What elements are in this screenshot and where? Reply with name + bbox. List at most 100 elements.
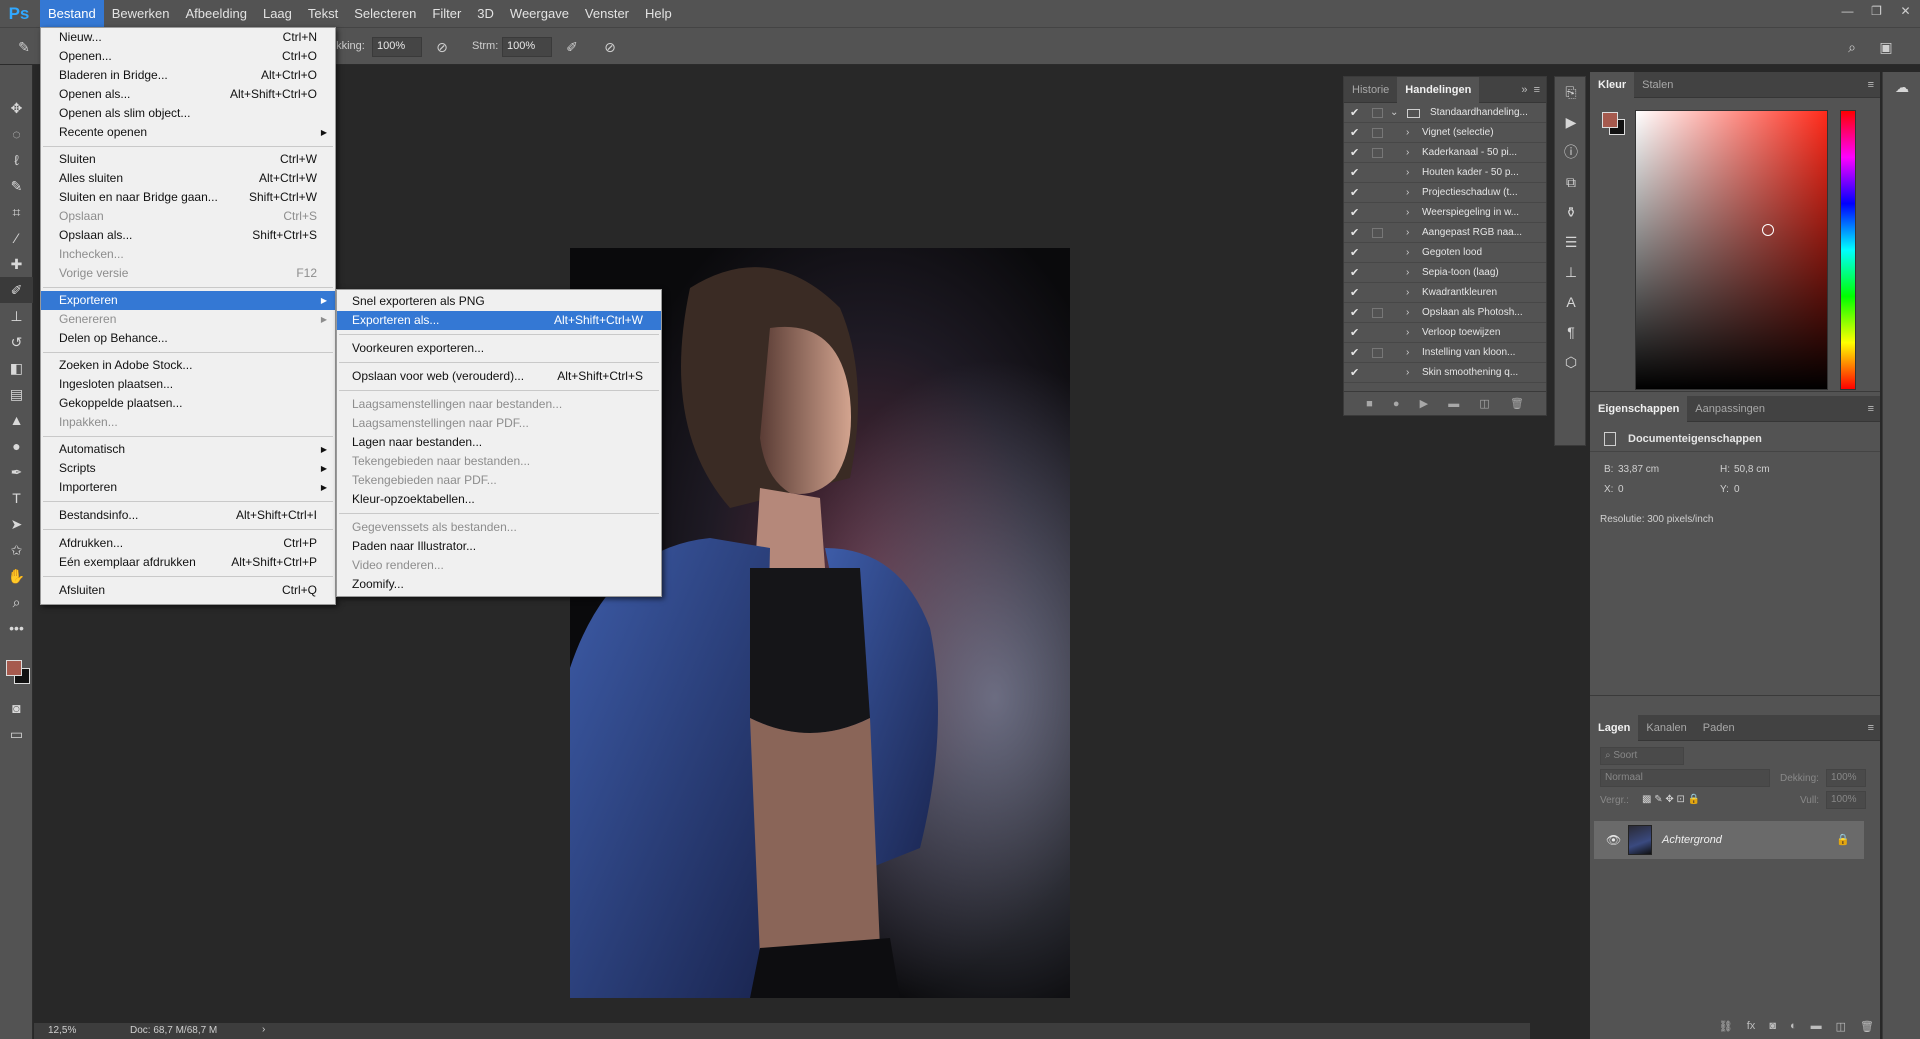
brush-panel-icon[interactable]: ⚱ <box>1555 197 1587 227</box>
link-layers-icon[interactable]: ⛓ <box>1719 1020 1733 1033</box>
chevron-right-icon[interactable]: › <box>1406 143 1409 163</box>
brush-tool-icon[interactable]: ✐ <box>0 277 33 303</box>
tab-aanpassingen[interactable]: Aanpassingen <box>1687 396 1773 422</box>
menu-item-afsluiten[interactable]: Afsluiten Ctrl+Q <box>41 581 335 600</box>
checkmark-icon[interactable]: ✔ <box>1350 163 1362 183</box>
hue-slider[interactable] <box>1840 110 1856 390</box>
3d-panel-icon[interactable]: ⬡ <box>1555 347 1587 377</box>
checkmark-icon[interactable]: ✔ <box>1350 223 1362 243</box>
menu-item-zoomify[interactable]: Zoomify... <box>337 575 661 594</box>
checkmark-icon[interactable]: ✔ <box>1350 283 1362 303</box>
blur-tool-icon[interactable]: ▲ <box>0 407 33 433</box>
visibility-eye-icon[interactable]: 👁 <box>1606 821 1621 859</box>
panel-menu-icon[interactable]: ≡ <box>1868 715 1874 741</box>
dialog-toggle-icon[interactable] <box>1372 228 1383 238</box>
menu-item-opslaan-als[interactable]: Opslaan als... Shift+Ctrl+S <box>41 226 335 245</box>
menu-item-zoeken-adobe-stock[interactable]: Zoeken in Adobe Stock... <box>41 356 335 375</box>
menu-filter[interactable]: Filter <box>424 0 469 27</box>
lock-icon[interactable]: 🔒 <box>1836 821 1850 859</box>
eraser-tool-icon[interactable]: ◧ <box>0 355 33 381</box>
checkmark-icon[interactable]: ✔ <box>1350 303 1362 323</box>
layer-row[interactable]: 👁 Achtergrond 🔒 <box>1594 821 1864 859</box>
menu-item-alles-sluiten[interactable]: Alles sluiten Alt+Ctrl+W <box>41 169 335 188</box>
healing-tool-icon[interactable]: ✚ <box>0 251 33 277</box>
menu-item-sluiten-naar-bridge[interactable]: Sluiten en naar Bridge gaan... Shift+Ctrl… <box>41 188 335 207</box>
stamp-tool-icon[interactable]: ⊥ <box>0 303 33 329</box>
dialog-toggle-icon[interactable] <box>1372 308 1383 318</box>
menu-bewerken[interactable]: Bewerken <box>104 0 178 27</box>
blend-mode-select[interactable]: Normaal <box>1600 769 1770 787</box>
chevron-right-icon[interactable]: › <box>1406 163 1409 183</box>
status-menu-arrow-icon[interactable]: › <box>262 1024 265 1035</box>
chevron-right-icon[interactable]: › <box>1406 243 1409 263</box>
menu-item-een-exemplaar-afdrukken[interactable]: Eén exemplaar afdrukken Alt+Shift+Ctrl+P <box>41 553 335 572</box>
shape-tool-icon[interactable]: ✩ <box>0 537 33 563</box>
action-row[interactable]: ✔ › Instelling van kloon... <box>1344 343 1546 363</box>
menu-item-lagen-naar-bestanden[interactable]: Lagen naar bestanden... <box>337 433 661 452</box>
x-value[interactable]: 0 <box>1618 484 1624 495</box>
chevron-right-icon[interactable]: › <box>1406 283 1409 303</box>
chevron-right-icon[interactable]: › <box>1406 223 1409 243</box>
layer-mask-icon[interactable]: ◙ <box>1769 1020 1776 1033</box>
brush-preset-icon[interactable]: ✎ <box>14 37 34 57</box>
checkmark-icon[interactable]: ✔ <box>1350 323 1362 343</box>
panel-menu-icon[interactable]: ≡ <box>1868 72 1874 98</box>
action-set-row[interactable]: ✔ ⌄ Standaardhandeling... <box>1344 103 1546 123</box>
tab-paden[interactable]: Paden <box>1695 715 1743 741</box>
history-brush-tool-icon[interactable]: ↺ <box>0 329 33 355</box>
crop-tool-icon[interactable]: ⌗ <box>0 199 33 225</box>
tool-presets-icon[interactable]: ⊥ <box>1555 257 1587 287</box>
chevron-right-icon[interactable]: › <box>1406 323 1409 343</box>
y-value[interactable]: 0 <box>1734 484 1740 495</box>
checkmark-icon[interactable]: ✔ <box>1350 203 1362 223</box>
action-row[interactable]: ✔ › Aangepast RGB naa... <box>1344 223 1546 243</box>
menu-item-importeren[interactable]: Importeren ▶ <box>41 478 335 497</box>
menu-selecteren[interactable]: Selecteren <box>346 0 424 27</box>
paragraph-panel-icon[interactable]: ¶ <box>1555 317 1587 347</box>
checkmark-icon[interactable]: ✔ <box>1350 263 1362 283</box>
chevron-right-icon[interactable]: › <box>1406 343 1409 363</box>
menu-item-nieuw[interactable]: Nieuw... Ctrl+N <box>41 28 335 47</box>
tab-stalen[interactable]: Stalen <box>1634 72 1681 98</box>
pressure-opacity-icon[interactable]: ⊘ <box>432 37 452 57</box>
actions-panel-icon[interactable]: ▶ <box>1555 107 1587 137</box>
new-layer-icon[interactable]: ◫ <box>1836 1020 1846 1033</box>
menu-item-kleur-opzoektabellen[interactable]: Kleur-opzoektabellen... <box>337 490 661 509</box>
adjustments-icon[interactable]: ☰ <box>1555 227 1587 257</box>
menu-afbeelding[interactable]: Afbeelding <box>178 0 255 27</box>
lasso-tool-icon[interactable]: ℓ <box>0 147 33 173</box>
menu-laag[interactable]: Laag <box>255 0 300 27</box>
opacity-field[interactable]: 100% <box>372 37 422 57</box>
character-panel-icon[interactable]: A <box>1555 287 1587 317</box>
menu-tekst[interactable]: Tekst <box>300 0 346 27</box>
screen-mode-icon[interactable]: ▭ <box>0 721 33 747</box>
lock-icons[interactable]: ▩ ✎ ✥ ⊡ 🔒 <box>1642 794 1700 805</box>
menu-item-snel-exporteren-png[interactable]: Snel exporteren als PNG <box>337 292 661 311</box>
checkmark-icon[interactable]: ✔ <box>1350 103 1362 123</box>
checkmark-icon[interactable]: ✔ <box>1350 123 1362 143</box>
dialog-toggle-icon[interactable] <box>1372 148 1383 158</box>
panel-menu-icon[interactable]: ≡ <box>1868 396 1874 422</box>
more-tools-icon[interactable]: ••• <box>0 615 33 641</box>
trash-icon[interactable]: 🗑 <box>1510 397 1524 410</box>
menu-item-exporteren-als[interactable]: Exporteren als... Alt+Shift+Ctrl+W <box>337 311 661 330</box>
adjustment-layer-icon[interactable]: ◐ <box>1790 1020 1797 1033</box>
action-row[interactable]: ✔ › Kaderkanaal - 50 pi... <box>1344 143 1546 163</box>
tab-lagen[interactable]: Lagen <box>1590 714 1639 741</box>
libraries-icon[interactable]: ☁ <box>1883 72 1920 102</box>
checkmark-icon[interactable]: ✔ <box>1350 243 1362 263</box>
dialog-toggle-icon[interactable] <box>1372 128 1383 138</box>
action-row[interactable]: ✔ › Houten kader - 50 p... <box>1344 163 1546 183</box>
action-row[interactable]: ✔ › Skin smoothening q... <box>1344 363 1546 383</box>
eyedropper-tool-icon[interactable]: ⁄ <box>0 225 33 251</box>
tab-handelingen[interactable]: Handelingen <box>1397 76 1480 103</box>
menu-weergave[interactable]: Weergave <box>502 0 577 27</box>
menu-item-sluiten[interactable]: Sluiten Ctrl+W <box>41 150 335 169</box>
menu-item-openen-als-slim-object[interactable]: Openen als slim object... <box>41 104 335 123</box>
chevron-down-icon[interactable]: ⌄ <box>1390 103 1398 123</box>
foreground-color-swatch[interactable] <box>6 660 22 676</box>
checkmark-icon[interactable]: ✔ <box>1350 183 1362 203</box>
checkmark-icon[interactable]: ✔ <box>1350 143 1362 163</box>
dialog-toggle-icon[interactable] <box>1372 348 1383 358</box>
close-button[interactable]: ✕ <box>1891 0 1920 27</box>
